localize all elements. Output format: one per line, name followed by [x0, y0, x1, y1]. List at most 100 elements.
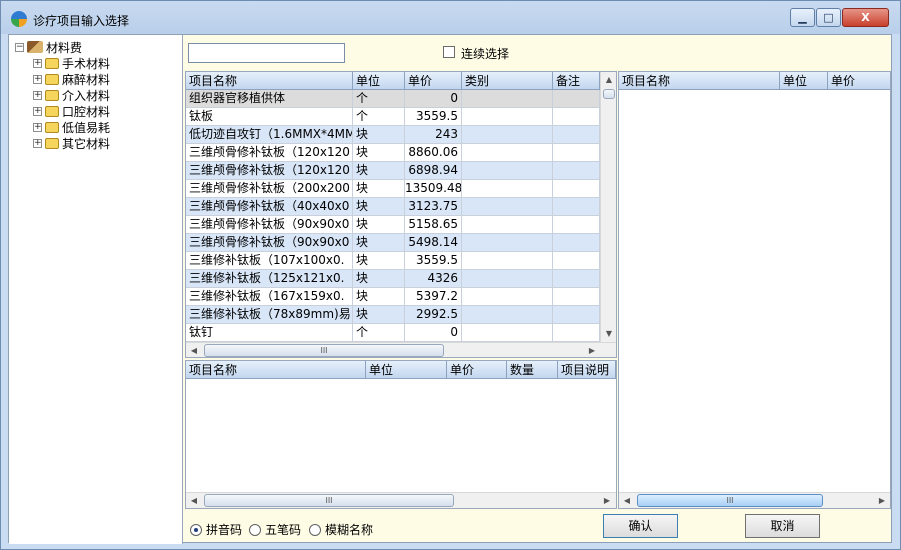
expand-icon[interactable]: + [33, 74, 42, 84]
scroll-thumb[interactable]: III [204, 494, 454, 507]
tree-node-item[interactable]: + 口腔材料 [33, 103, 110, 119]
window-title: 诊疗项目输入选择 [33, 14, 130, 28]
table-row[interactable]: 三维修补钛板（107x100x0. 块 3559.5 [186, 252, 600, 270]
expand-icon[interactable]: + [33, 90, 42, 100]
scroll-thumb[interactable]: III [637, 494, 823, 507]
collapse-icon[interactable]: − [15, 42, 24, 52]
scroll-right-icon[interactable]: ▶ [584, 343, 600, 357]
scroll-up-icon[interactable]: ▲ [601, 72, 616, 88]
radio-label: 五笔码 [265, 523, 302, 537]
table-cell: 个 [353, 108, 405, 125]
tree-node-item[interactable]: + 低值易耗 [33, 119, 110, 135]
column-header[interactable]: 单价 [828, 72, 890, 90]
column-header[interactable]: 项目说明 [558, 361, 616, 379]
column-header[interactable]: 单位 [366, 361, 447, 379]
radio-pinyin[interactable]: 拼音码 [190, 521, 242, 538]
maximize-button[interactable]: □ [816, 8, 841, 27]
column-header[interactable]: 项目名称 [619, 72, 780, 90]
table-cell: 块 [353, 252, 405, 269]
expand-icon[interactable]: + [33, 106, 42, 116]
category-tree[interactable]: − 材料费 + 手术材料 + 麻醉材料 + 介入材料 + 口腔材料 + 低值易耗… [9, 35, 183, 544]
search-input[interactable] [188, 43, 345, 63]
folder-hand-icon [45, 121, 59, 133]
scroll-left-icon[interactable]: ◀ [186, 493, 202, 508]
tree-node-root[interactable]: − 材料费 [15, 39, 82, 55]
table-cell: 块 [353, 198, 405, 215]
table-row[interactable]: 三维修补钛板（125x121x0. 块 4326 [186, 270, 600, 288]
column-header[interactable]: 单位 [353, 72, 405, 90]
table-row[interactable]: 钛板个 3559.5 [186, 108, 600, 126]
continuous-select-checkbox[interactable] [443, 46, 455, 58]
table-cell: 块 [353, 162, 405, 179]
table-row[interactable]: 三维颅骨修补钛板（90x90x0 块 5158.65 [186, 216, 600, 234]
title-bar: 诊疗项目输入选择 ▁ □ X [1, 1, 900, 34]
table-cell [553, 144, 600, 161]
tree-node-item[interactable]: + 手术材料 [33, 55, 110, 71]
table-row[interactable]: 三维颅骨修补钛板（200x200 块 13509.48 [186, 180, 600, 198]
column-header[interactable]: 单价 [447, 361, 507, 379]
tree-node-label: 介入材料 [62, 88, 111, 103]
catalog-horizontal-scrollbar[interactable]: ◀ III ▶ [186, 342, 616, 357]
minimize-button[interactable]: ▁ [790, 8, 815, 27]
scroll-left-icon[interactable]: ◀ [186, 343, 202, 357]
table-cell: 块 [353, 126, 405, 143]
table-cell: 4326 [405, 270, 462, 287]
table-row[interactable]: 钛钉个 0 [186, 324, 600, 342]
column-header[interactable]: 单价 [405, 72, 462, 90]
radio-wubi[interactable]: 五笔码 [249, 521, 301, 538]
column-header[interactable]: 类别 [462, 72, 553, 90]
catalog-grid[interactable]: 项目名称 单位 单价 类别 备注 组织器官移植供体个 0 钛板个 3559.5 低切迹自… [185, 71, 617, 358]
radio-dot[interactable] [249, 523, 261, 536]
catalog-vertical-scrollbar[interactable]: ▲ ▼ [600, 72, 616, 342]
radio-dot[interactable] [309, 523, 321, 536]
scroll-thumb[interactable]: III [204, 344, 444, 357]
table-row[interactable]: 三维颅骨修补钛板（120x120 块 8860.06 [186, 144, 600, 162]
column-header[interactable]: 数量 [507, 361, 558, 379]
table-row[interactable]: 三维修补钛板（78x89mm)易: 块 2992.5 [186, 306, 600, 324]
column-header[interactable]: 项目名称 [186, 72, 353, 90]
table-row[interactable]: 三维修补钛板（167x159x0. 块 5397.2 [186, 288, 600, 306]
expand-icon[interactable]: + [33, 58, 42, 68]
table-cell [553, 324, 600, 341]
table-cell [462, 198, 553, 215]
continuous-select-label: 连续选择 [461, 47, 510, 61]
scroll-down-icon[interactable]: ▼ [601, 326, 616, 342]
result-grid[interactable]: 项目名称 单位 单价 ◀ III ▶ [618, 71, 891, 509]
table-row[interactable]: 三维颅骨修补钛板（90x90x0 块 5498.14 [186, 234, 600, 252]
tree-node-label: 其它材料 [62, 136, 111, 151]
radio-dot[interactable] [190, 523, 202, 536]
folder-hand-icon [45, 73, 59, 85]
table-row[interactable]: 组织器官移植供体个 0 [186, 90, 600, 108]
table-cell: 三维修补钛板（78x89mm)易: [186, 306, 353, 323]
table-cell: 5397.2 [405, 288, 462, 305]
column-header[interactable]: 项目名称 [186, 361, 366, 379]
result-horizontal-scrollbar[interactable]: ◀ III ▶ [619, 492, 890, 508]
scroll-thumb[interactable] [603, 89, 615, 99]
table-row[interactable]: 低切迹自攻钉（1.6MMX*4MM 块 243 [186, 126, 600, 144]
expand-icon[interactable]: + [33, 138, 42, 148]
folder-hand-icon [45, 137, 59, 149]
cancel-button[interactable]: 取消 [745, 514, 820, 538]
expand-icon[interactable]: + [33, 122, 42, 132]
column-header[interactable]: 备注 [553, 72, 600, 90]
tree-node-item[interactable]: + 麻醉材料 [33, 71, 110, 87]
radio-label: 模糊名称 [325, 523, 374, 537]
table-cell: 块 [353, 288, 405, 305]
scroll-right-icon[interactable]: ▶ [874, 493, 890, 508]
selected-horizontal-scrollbar[interactable]: ◀ III ▶ [186, 492, 616, 508]
tree-node-item[interactable]: + 介入材料 [33, 87, 110, 103]
scroll-right-icon[interactable]: ▶ [599, 493, 615, 508]
radio-fuzzy-name[interactable]: 模糊名称 [309, 521, 373, 538]
tree-node-item[interactable]: + 其它材料 [33, 135, 110, 151]
table-row[interactable]: 三维颅骨修补钛板（40x40x0 块 3123.75 [186, 198, 600, 216]
scroll-left-icon[interactable]: ◀ [619, 493, 635, 508]
table-cell: 三维修补钛板（107x100x0. [186, 252, 353, 269]
table-row[interactable]: 三维颅骨修补钛板（120x120 块 6898.94 [186, 162, 600, 180]
column-header[interactable]: 单位 [780, 72, 828, 90]
result-header: 项目名称 单位 单价 [619, 72, 890, 90]
close-button[interactable]: X [842, 8, 889, 27]
ok-button[interactable]: 确认 [603, 514, 678, 538]
selected-items-grid[interactable]: 项目名称 单位 单价 数量 项目说明 ◀ III ▶ [185, 360, 617, 509]
table-cell [553, 252, 600, 269]
table-cell [462, 306, 553, 323]
